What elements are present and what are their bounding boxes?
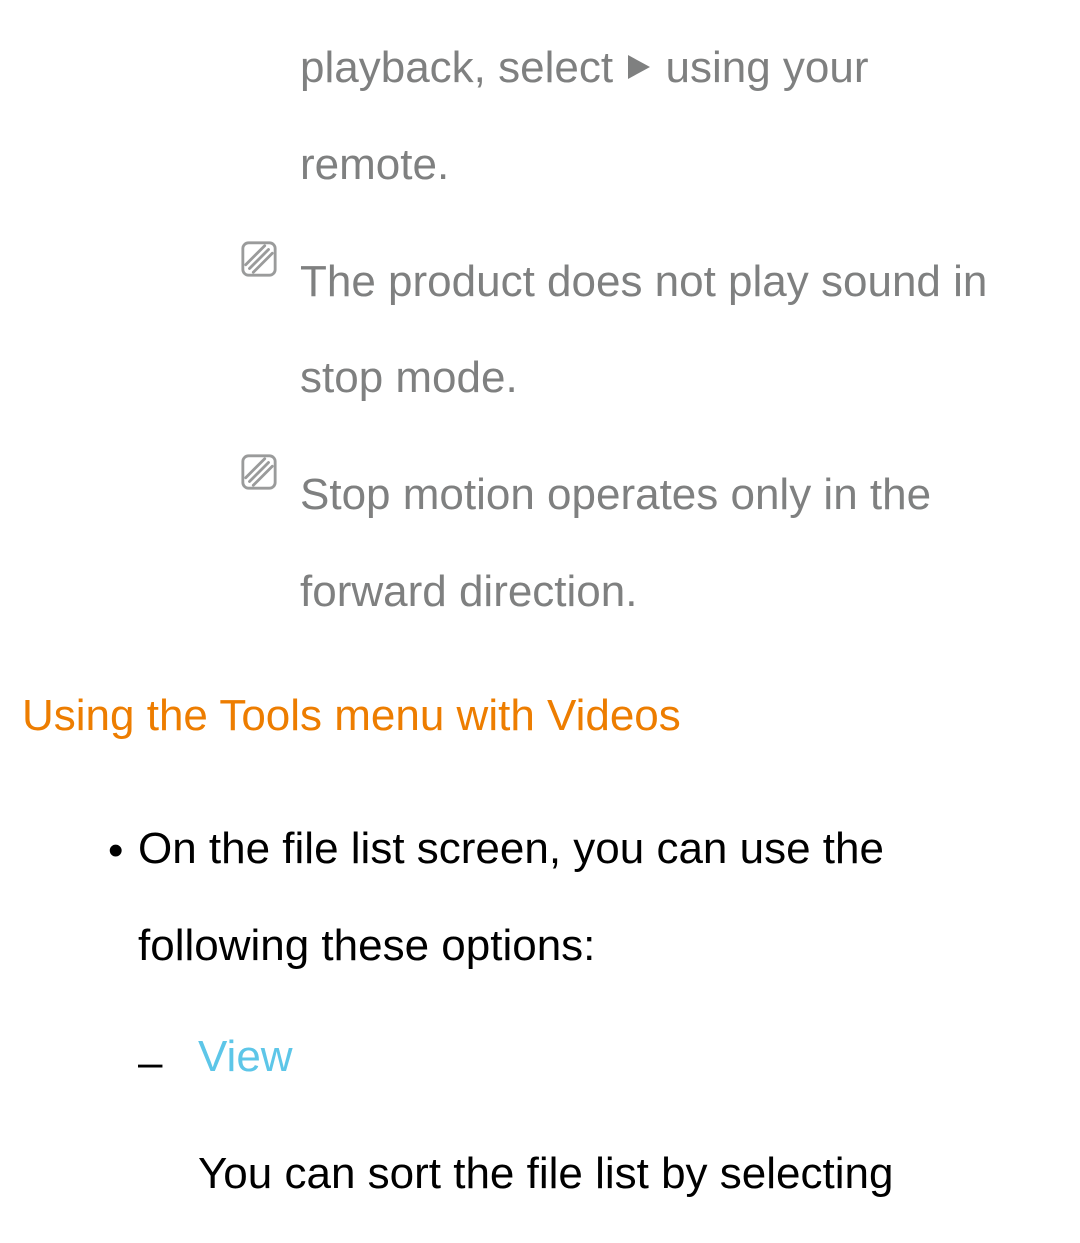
- dash-list: View You can sort the file list by selec…: [138, 1024, 1020, 1223]
- note-icon: [240, 447, 300, 641]
- note-item-continuation: playback, select using your remote.: [240, 20, 1020, 214]
- section-heading-tools-menu: Using the Tools menu with Videos: [22, 691, 1060, 741]
- note-text-continuation: playback, select using your remote.: [300, 20, 1020, 214]
- note-item-no-sound: The product does not play sound in stop …: [240, 234, 1020, 428]
- bullet-content: On the file list screen, you can use the…: [138, 801, 1020, 1223]
- dash-body-view: You can sort the file list by selecting: [198, 1126, 1020, 1223]
- note-item-forward-only: Stop motion operates only in the forward…: [240, 447, 1020, 641]
- dash-content: View You can sort the file list by selec…: [198, 1024, 1020, 1223]
- dash-item-view: View You can sort the file list by selec…: [138, 1024, 1020, 1223]
- bullet-list: On the file list screen, you can use the…: [108, 801, 1020, 1223]
- notes-block: playback, select using your remote. The …: [240, 20, 1020, 641]
- dash-label-view: View: [198, 1024, 1020, 1090]
- memo-icon: [240, 240, 278, 278]
- bullet-marker: [108, 801, 138, 1223]
- note-icon-spacer: [240, 20, 300, 214]
- note-text-forward-only: Stop motion operates only in the forward…: [300, 447, 1020, 641]
- note-text-no-sound: The product does not play sound in stop …: [300, 234, 1020, 428]
- dash-marker: [138, 1024, 198, 1223]
- bullet-item-file-list: On the file list screen, you can use the…: [108, 801, 1020, 1223]
- note-icon: [240, 234, 300, 428]
- bullet-text: On the file list screen, you can use the…: [138, 801, 1020, 995]
- memo-icon: [240, 453, 278, 491]
- document-page: playback, select using your remote. The …: [0, 0, 1080, 1243]
- continuation-pre: playback, select: [300, 43, 625, 92]
- play-icon: [628, 55, 650, 79]
